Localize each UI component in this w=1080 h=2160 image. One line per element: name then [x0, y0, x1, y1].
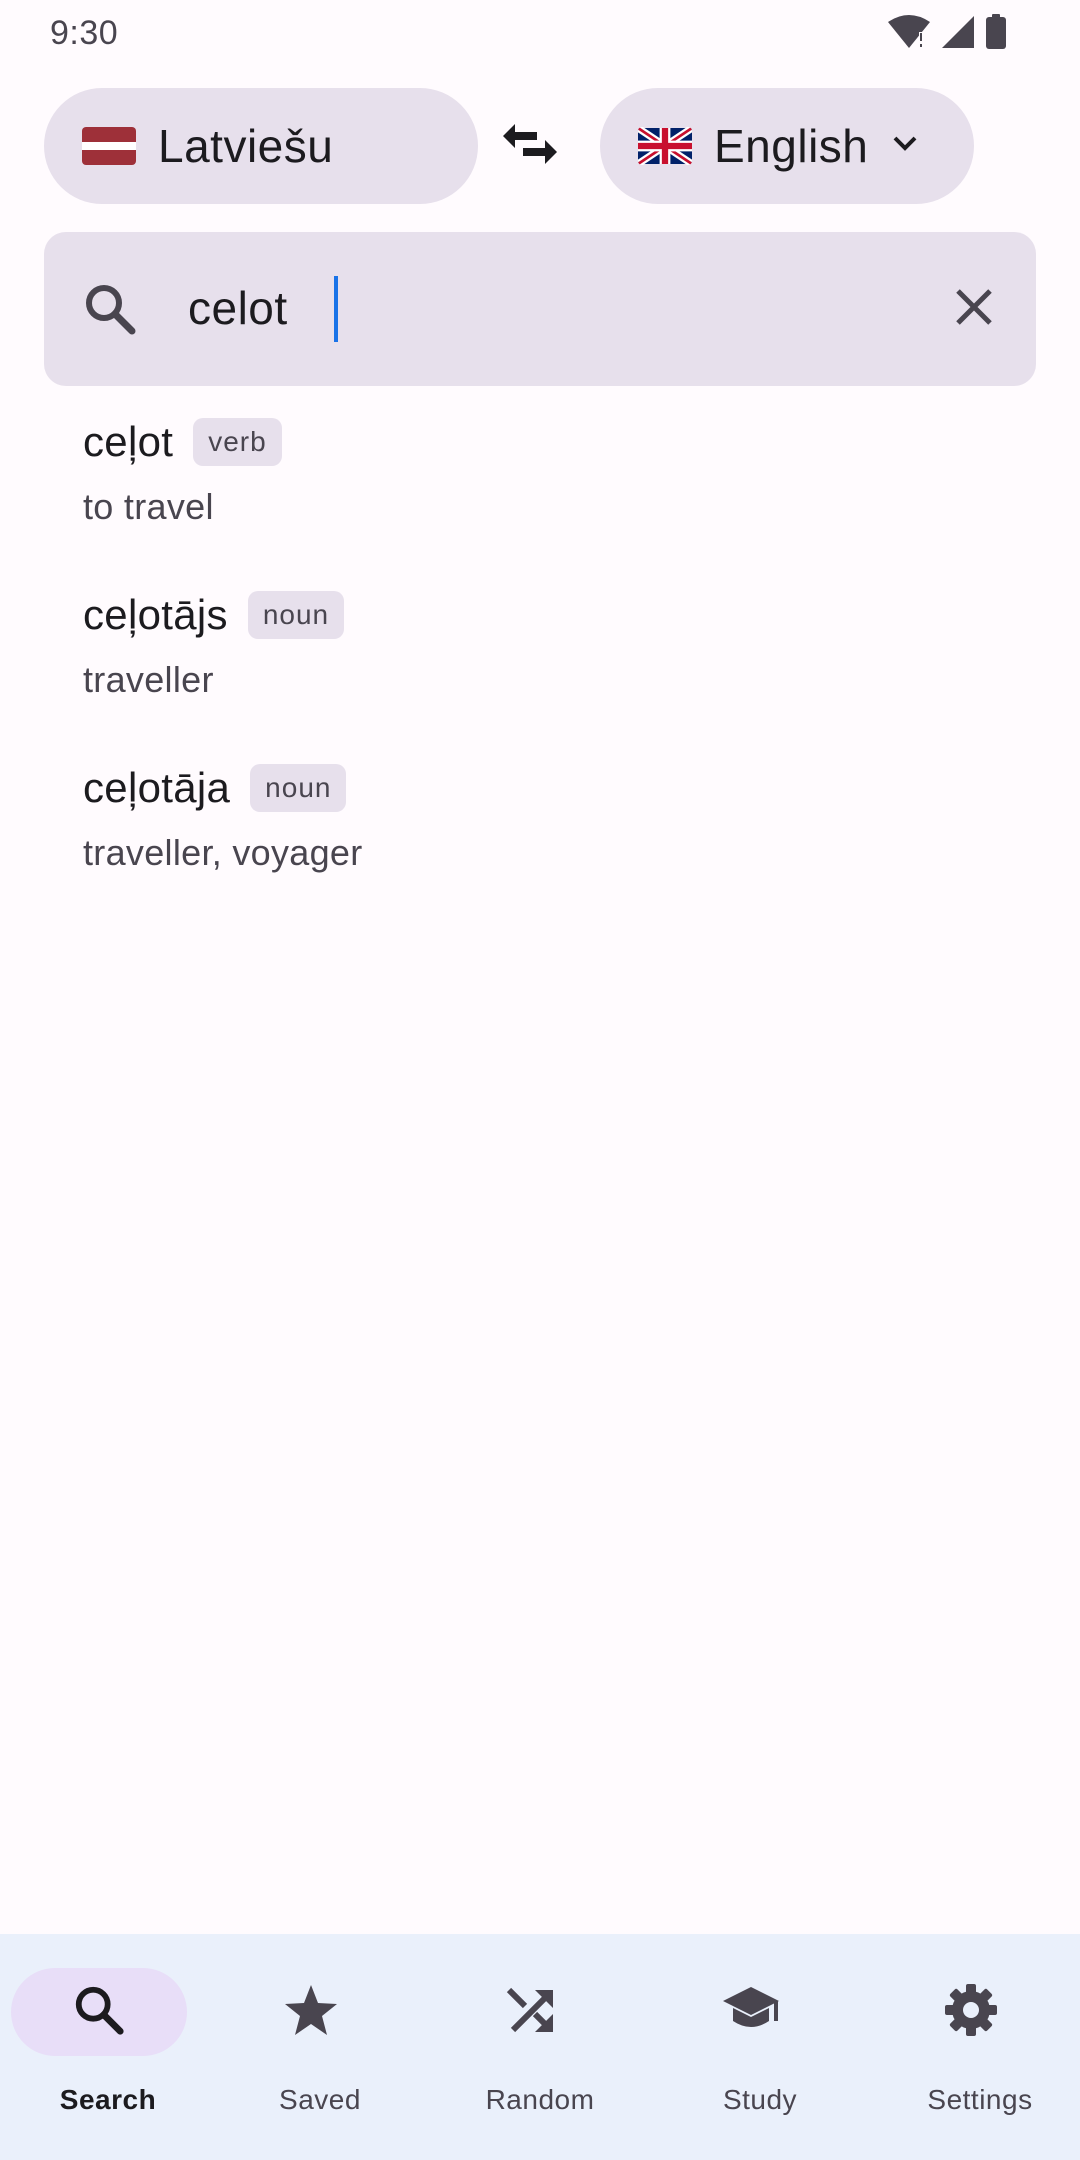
status-icons	[886, 14, 1008, 50]
nav-label: Random	[485, 2084, 595, 2115]
part-of-speech-badge: noun	[247, 591, 345, 639]
target-language-button[interactable]: English	[600, 88, 974, 204]
uk-flag-icon	[638, 127, 692, 165]
nav-label: Settings	[927, 2084, 1033, 2115]
text-cursor	[334, 276, 338, 342]
bottom-navigation: Search Saved Random Study Settings	[0, 1934, 1080, 2160]
result-item[interactable]: ceļotājs noun traveller	[0, 573, 1080, 746]
signal-icon	[940, 14, 976, 50]
source-language-button[interactable]: Latviešu	[44, 88, 478, 204]
result-definition: traveller	[83, 659, 214, 700]
graduation-cap-icon	[721, 1985, 781, 2040]
chevron-down-icon	[892, 135, 918, 158]
nav-label: Search	[59, 2084, 157, 2115]
part-of-speech-badge: verb	[193, 418, 282, 466]
search-bar	[44, 232, 1036, 386]
result-header: ceļotājs noun	[83, 573, 1080, 657]
nav-item-random[interactable]: Random	[432, 1934, 648, 2160]
result-item[interactable]: ceļotāja noun traveller, voyager	[0, 746, 1080, 919]
result-word: ceļot	[83, 418, 174, 465]
nav-item-study[interactable]: Study	[652, 1934, 868, 2160]
result-item[interactable]: ceļot verb to travel	[0, 400, 1080, 573]
language-selector: Latviešu English	[44, 88, 1036, 204]
clear-search-button[interactable]	[944, 279, 1004, 339]
star-icon	[283, 1983, 339, 2042]
source-language-label: Latviešu	[158, 120, 334, 172]
nav-indicator	[223, 1968, 399, 2056]
result-definition: traveller, voyager	[83, 832, 363, 873]
result-definition: to travel	[83, 486, 214, 527]
part-of-speech-badge: noun	[250, 764, 347, 812]
swap-languages-button[interactable]	[500, 116, 560, 176]
result-word: ceļotāja	[83, 764, 231, 811]
status-bar: 9:30	[0, 0, 1080, 66]
nav-indicator	[443, 1968, 619, 2056]
search-input[interactable]	[188, 268, 838, 348]
nav-indicator	[883, 1968, 1059, 2056]
result-word: ceļotājs	[83, 591, 228, 638]
nav-item-settings[interactable]: Settings	[872, 1934, 1080, 2160]
close-icon	[952, 285, 996, 334]
gear-icon	[943, 1982, 999, 2043]
shuffle-icon	[505, 1984, 557, 2041]
swap-icon	[501, 122, 559, 171]
nav-indicator	[11, 1968, 187, 2056]
latvia-flag-icon	[82, 127, 136, 165]
nav-label: Saved	[279, 2084, 361, 2115]
nav-item-saved[interactable]: Saved	[212, 1934, 428, 2160]
result-header: ceļotāja noun	[83, 746, 1080, 830]
wifi-icon	[886, 14, 932, 50]
search-icon	[82, 281, 138, 342]
result-header: ceļot verb	[83, 400, 1080, 484]
search-icon	[72, 1983, 126, 2042]
nav-label: Study	[722, 2084, 798, 2115]
nav-indicator	[663, 1968, 839, 2056]
status-time: 9:30	[50, 14, 119, 52]
target-language-label: English	[714, 120, 869, 172]
results-list: ceļot verb to travel ceļotājs noun trave…	[0, 400, 1080, 919]
battery-icon	[984, 14, 1008, 50]
nav-item-search[interactable]: Search	[0, 1934, 216, 2160]
